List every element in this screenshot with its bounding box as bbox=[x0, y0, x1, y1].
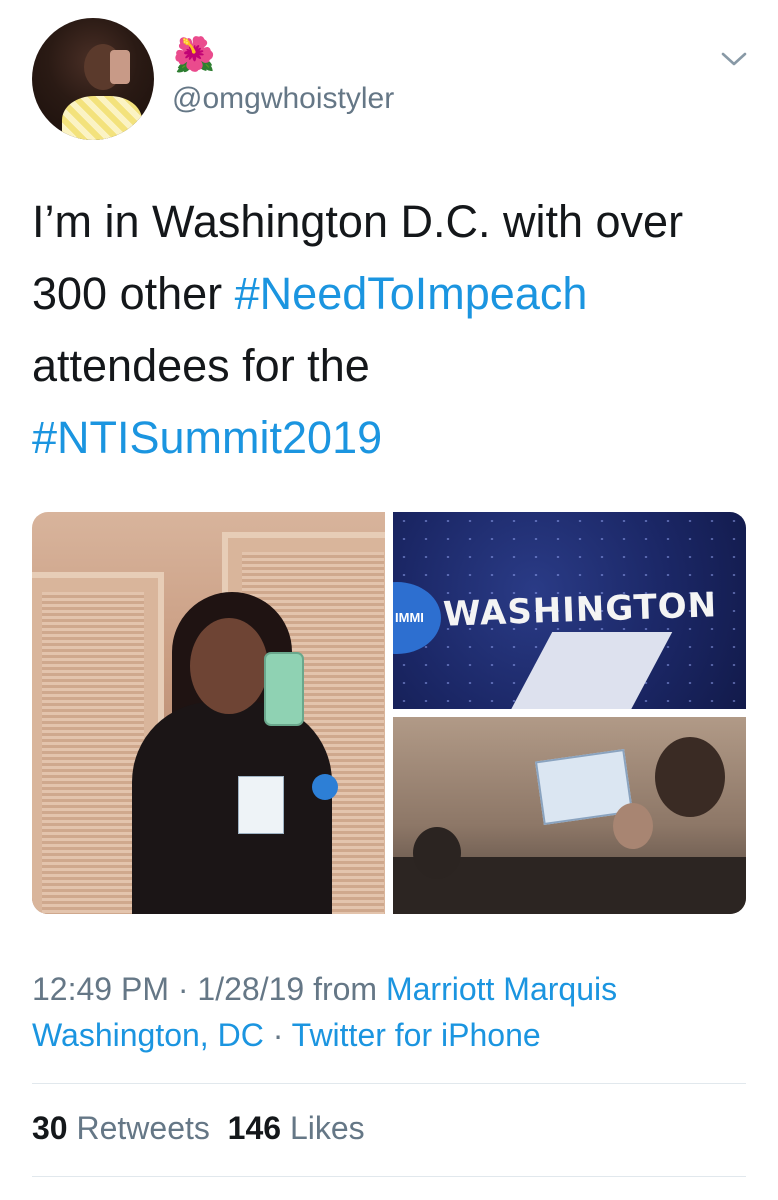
hashtag-ntisummit2019[interactable]: #NTISummit2019 bbox=[32, 412, 382, 463]
retweets-count: 30 bbox=[32, 1110, 68, 1146]
likes-count: 146 bbox=[227, 1110, 282, 1146]
tweet-stats: 30 Retweets 146 Likes bbox=[32, 1110, 365, 1147]
media-grid: IMMI WASHINGTON bbox=[32, 512, 746, 914]
likes-stat[interactable]: 146 Likes bbox=[228, 1110, 365, 1146]
likes-label: Likes bbox=[289, 1110, 365, 1146]
person-body bbox=[132, 702, 332, 914]
hashtag-needtoimpeach[interactable]: #NeedToImpeach bbox=[235, 268, 588, 319]
hibiscus-emoji: 🌺 bbox=[173, 35, 216, 75]
divider bbox=[32, 1083, 746, 1084]
tweet-text: I’m in Washington D.C. with over 300 oth… bbox=[32, 186, 747, 474]
photo-conference-room[interactable] bbox=[393, 717, 746, 914]
tweet-text-part: attendees for the bbox=[32, 340, 370, 391]
person-face bbox=[190, 618, 268, 714]
tweet-date: 1/28/19 bbox=[197, 971, 305, 1007]
avatar-phone bbox=[110, 50, 130, 84]
phone bbox=[264, 652, 304, 726]
lanyard-badge bbox=[238, 776, 284, 834]
retweets-stat[interactable]: 30 Retweets bbox=[32, 1110, 210, 1146]
divider bbox=[32, 1176, 746, 1177]
chevron-down-icon[interactable] bbox=[720, 50, 748, 68]
from-label: from bbox=[313, 971, 378, 1007]
separator: · bbox=[272, 1017, 284, 1053]
attendee-head bbox=[413, 827, 461, 879]
retweets-label: Retweets bbox=[76, 1110, 210, 1146]
photo-selfie[interactable] bbox=[32, 512, 385, 914]
username[interactable]: @omgwhoistyler bbox=[172, 82, 394, 116]
attendee-head bbox=[655, 737, 725, 817]
tweet-meta: 12:49 PM · 1/28/19 from Marriott Marquis… bbox=[32, 966, 747, 1058]
photo-washington-sign[interactable]: IMMI WASHINGTON bbox=[393, 512, 746, 709]
tweet-time: 12:49 PM bbox=[32, 971, 169, 1007]
avatar[interactable] bbox=[32, 18, 154, 140]
sign-edge-text: IMMI bbox=[395, 610, 424, 625]
avatar-shirt bbox=[62, 96, 142, 140]
attendee-head bbox=[613, 803, 653, 849]
source-link[interactable]: Twitter for iPhone bbox=[292, 1017, 541, 1053]
separator: · bbox=[177, 971, 189, 1007]
button-pin bbox=[312, 774, 338, 800]
